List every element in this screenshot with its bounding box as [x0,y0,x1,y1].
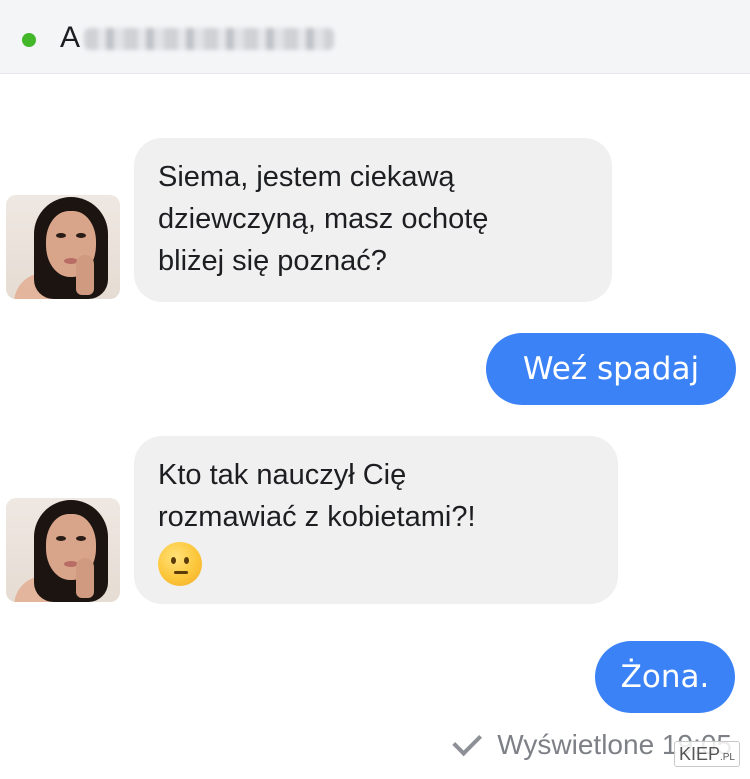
message-line: bliżej się poznać? [158,245,387,277]
incoming-message-bubble[interactable]: Kto tak nauczył Cię rozmawiać z kobietam… [134,436,618,604]
message-line: Kto tak nauczył Cię [158,459,407,491]
outgoing-message-bubble[interactable]: Weź spadaj [486,333,736,405]
sender-avatar[interactable] [6,498,120,602]
contact-name-initial: A [60,21,81,54]
watermark-main: KIEP [678,744,720,764]
sender-avatar[interactable] [6,195,120,299]
message-line: Siema, jestem ciekawą [158,161,455,193]
incoming-message-bubble[interactable]: Siema, jestem ciekawą dziewczyną, masz o… [134,138,612,302]
kiep-watermark: KIEP.PL [673,741,740,767]
contact-name[interactable]: A [60,20,335,56]
checkmark-icon [452,726,483,756]
message-line: rozmawiać z kobietami?! [158,501,476,533]
watermark-suffix: .PL [719,752,735,763]
contact-name-blurred [84,28,335,50]
outgoing-message-bubble[interactable]: Żona. [595,641,735,713]
chat-header: A [0,0,750,74]
confused-face-emoji [158,542,202,586]
message-line: dziewczyną, masz ochotę [158,203,489,235]
online-status-dot [22,33,36,47]
